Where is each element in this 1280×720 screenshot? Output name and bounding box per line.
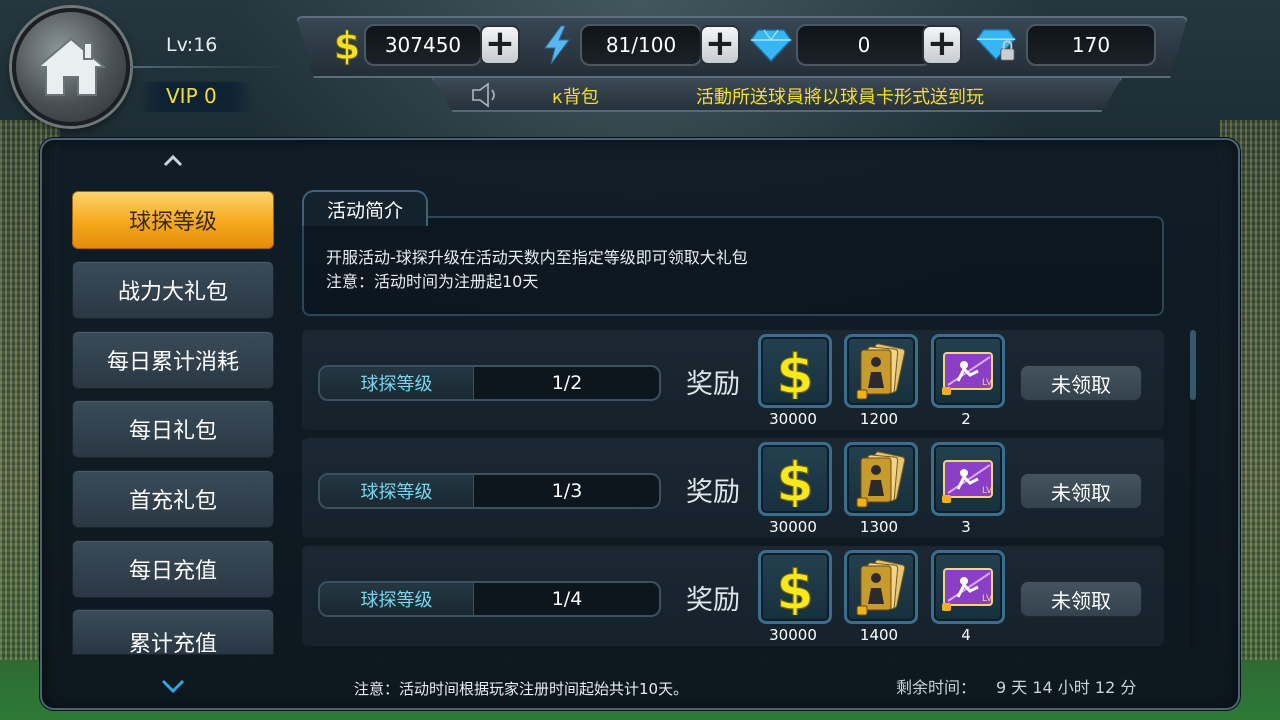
ticket-reward-qty: 4 — [961, 626, 971, 644]
ticket-reward-icon[interactable]: LV — [931, 334, 1005, 408]
dollar-icon: $ — [326, 24, 368, 66]
intro-tab: 活动简介 — [302, 190, 428, 226]
gold-reward-icon[interactable]: $ — [758, 334, 832, 408]
player-card-reward-qty: 1200 — [859, 410, 899, 428]
reward-label: 奖励 — [686, 477, 740, 508]
player-card-icon — [856, 559, 906, 616]
level-progress: 1/3 — [551, 480, 583, 502]
locked-diamond-icon — [976, 24, 1018, 66]
claim-button[interactable]: 未领取 — [1020, 365, 1142, 401]
player-card-reward-icon[interactable] — [844, 334, 918, 408]
svg-text:$: $ — [776, 451, 814, 507]
chevron-up-icon[interactable] — [160, 152, 186, 168]
player-card-icon — [856, 451, 906, 508]
scout-ticket-icon: LV — [942, 352, 993, 395]
add-energy-button[interactable]: + — [700, 25, 740, 65]
gold-amount: 307450 — [364, 24, 482, 66]
speaker-icon — [470, 82, 500, 108]
gold-reward-qty: 30000 — [769, 410, 817, 428]
intro-line-2: 注意：活动时间为注册起10天 — [326, 272, 539, 291]
add-diamond-button[interactable]: + — [922, 25, 962, 65]
sidebar-item-total-recharge[interactable]: 累计充值 — [72, 609, 274, 657]
announcement-text-b: 活動所送球員將以球員卡形式送到玩 — [696, 87, 984, 108]
sidebar-item-power-pack[interactable]: 战力大礼包 — [72, 261, 274, 319]
scout-ticket-icon: LV — [942, 460, 993, 503]
announcement-window: к背包 活動所送球員將以球員卡形式送到玩 — [510, 80, 1090, 110]
level-divider — [130, 66, 290, 68]
player-card-reward-qty: 1400 — [859, 626, 899, 644]
ticket-reward-qty: 3 — [961, 518, 971, 536]
sidebar-item-daily-pack[interactable]: 每日礼包 — [72, 400, 274, 458]
sidebar-item-daily-recharge[interactable]: 每日充值 — [72, 540, 274, 598]
add-gold-button[interactable]: + — [480, 25, 520, 65]
player-card-reward-icon[interactable] — [844, 550, 918, 624]
sidebar-item-first-recharge[interactable]: 首充礼包 — [72, 470, 274, 528]
svg-text:LV: LV — [982, 378, 993, 388]
level-name: 球探等级 — [320, 367, 474, 399]
player-card-reward-icon[interactable] — [844, 442, 918, 516]
svg-text:LV: LV — [982, 594, 993, 604]
locked-diamond-amount: 170 — [1026, 24, 1156, 66]
level-name: 球探等级 — [320, 475, 474, 507]
home-button[interactable] — [12, 8, 130, 126]
claim-button[interactable]: 未领取 — [1020, 473, 1142, 509]
level-progress: 1/4 — [551, 588, 583, 610]
scrollbar-thumb[interactable] — [1190, 330, 1196, 400]
gold-reward-qty: 30000 — [769, 626, 817, 644]
announcement-text-a: к背包 — [552, 87, 599, 108]
svg-text:$: $ — [334, 25, 360, 65]
vip-level[interactable]: VIP 0 — [166, 84, 217, 108]
player-card-icon — [856, 343, 906, 400]
home-icon — [36, 37, 106, 96]
dollar-icon: $ — [776, 343, 815, 399]
dollar-icon: $ — [776, 559, 815, 615]
diamond-amount: 0 — [796, 24, 932, 66]
gold-reward-qty: 30000 — [769, 518, 817, 536]
ticket-reward-icon[interactable]: LV — [931, 550, 1005, 624]
scout-ticket-icon: LV — [942, 568, 993, 611]
gold-reward-icon[interactable]: $ — [758, 550, 832, 624]
intro-line-1: 开服活动-球探升级在活动天数内至指定等级即可领取大礼包 — [326, 248, 748, 267]
lightning-icon — [536, 24, 578, 66]
level-progress: 1/2 — [551, 372, 583, 394]
energy-amount: 81/100 — [580, 24, 702, 66]
ticket-reward-icon[interactable]: LV — [931, 442, 1005, 516]
sidebar-item-scout-level[interactable]: 球探等级 — [72, 191, 274, 249]
svg-text:LV: LV — [982, 486, 993, 496]
reward-label: 奖励 — [686, 369, 740, 400]
chevron-down-icon[interactable] — [160, 678, 186, 694]
svg-text:$: $ — [776, 343, 814, 399]
player-level: Lv:16 — [166, 34, 218, 56]
footer-note: 注意：活动时间根据玩家注册时间起始共计10天。 — [354, 680, 689, 698]
reward-label: 奖励 — [686, 585, 740, 616]
level-name: 球探等级 — [320, 583, 474, 615]
remaining-time-label: 剩余时间： — [896, 678, 977, 697]
gold-reward-icon[interactable]: $ — [758, 442, 832, 516]
player-card-reward-qty: 1300 — [859, 518, 899, 536]
svg-text:$: $ — [776, 559, 814, 615]
sidebar-item-daily-spend[interactable]: 每日累计消耗 — [72, 331, 274, 389]
claim-button[interactable]: 未领取 — [1020, 581, 1142, 617]
remaining-time-value: 9 天 14 小时 12 分 — [996, 678, 1137, 697]
diamond-icon — [750, 24, 792, 66]
intro-box: 开服活动-球探升级在活动天数内至指定等级即可领取大礼包 注意：活动时间为注册起1… — [302, 216, 1164, 316]
dollar-icon: $ — [776, 451, 815, 507]
ticket-reward-qty: 2 — [961, 410, 971, 428]
